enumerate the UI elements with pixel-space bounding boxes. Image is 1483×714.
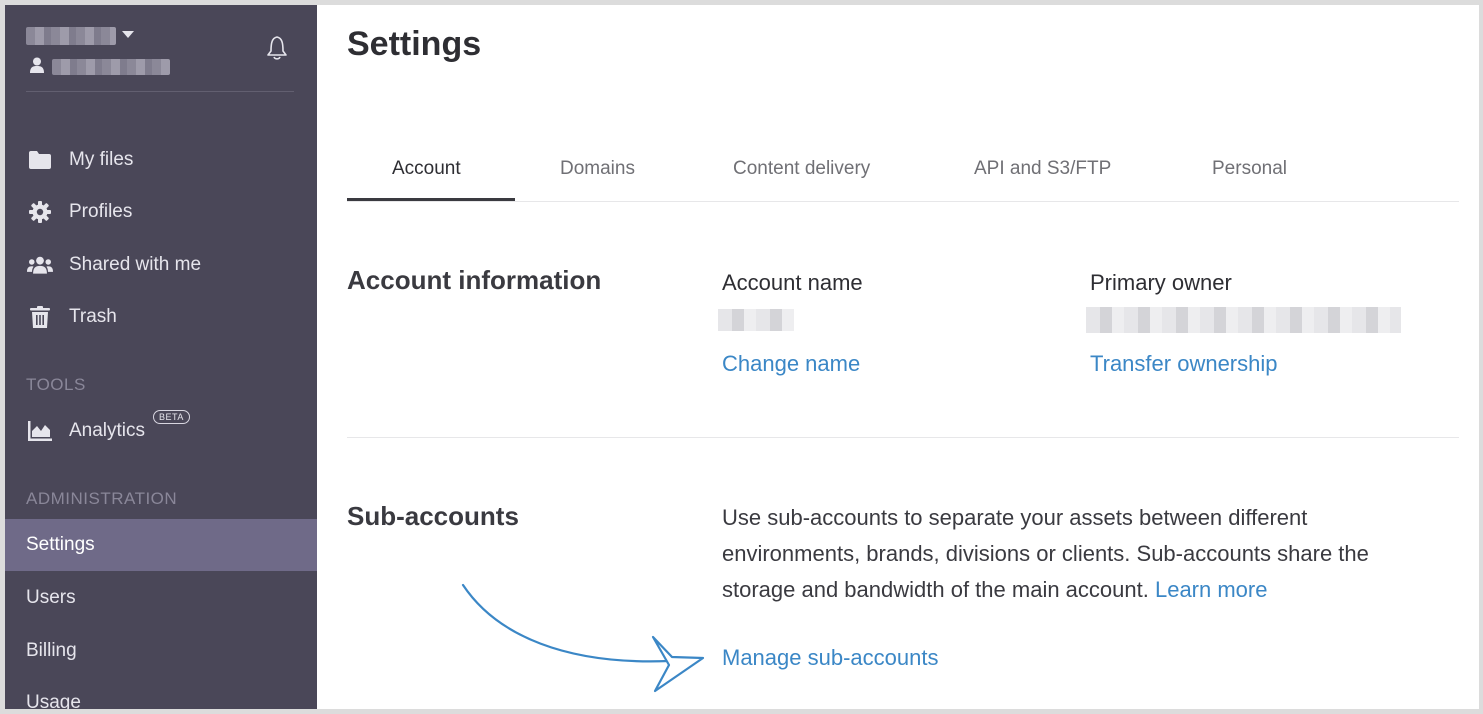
caret-down-icon[interactable] — [122, 31, 134, 38]
beta-badge: BETA — [153, 410, 190, 424]
sidebar-item-label: Settings — [26, 534, 95, 555]
learn-more-link[interactable]: Learn more — [1155, 577, 1268, 602]
account-name-redacted — [26, 27, 116, 45]
tab-domains[interactable]: Domains — [560, 158, 635, 180]
sidebar-item-label: Usage — [26, 692, 81, 709]
app-window: My files Profiles Shared with me Trash T… — [5, 5, 1479, 709]
chart-icon — [27, 419, 53, 443]
sidebar: My files Profiles Shared with me Trash T… — [5, 5, 317, 709]
sidebar-item-profiles[interactable]: Profiles — [5, 187, 317, 237]
tab-personal[interactable]: Personal — [1212, 158, 1287, 180]
manage-sub-accounts-link[interactable]: Manage sub-accounts — [722, 645, 938, 671]
sub-accounts-description: Use sub-accounts to separate your assets… — [722, 505, 1369, 602]
active-tab-indicator — [347, 198, 515, 201]
section-title-account-information: Account information — [347, 265, 602, 295]
sidebar-item-users[interactable]: Users — [5, 573, 317, 623]
sidebar-item-label: Analytics — [69, 420, 146, 441]
transfer-ownership-link[interactable]: Transfer ownership — [1090, 351, 1277, 377]
section-title-sub-accounts: Sub-accounts — [347, 501, 519, 531]
primary-owner-value-redacted — [1086, 307, 1401, 333]
sidebar-item-trash[interactable]: Trash — [5, 292, 317, 342]
page-title: Settings — [347, 25, 482, 63]
sidebar-divider — [26, 91, 294, 92]
sidebar-item-shared-with-me[interactable]: Shared with me — [5, 240, 317, 290]
primary-owner-label: Primary owner — [1090, 270, 1232, 295]
sidebar-item-label: Billing — [26, 640, 77, 661]
sidebar-item-label: My files — [69, 149, 134, 170]
sidebar-item-label: Shared with me — [69, 254, 202, 275]
annotation-arrow-icon — [461, 583, 705, 693]
sidebar-item-billing[interactable]: Billing — [5, 626, 317, 676]
tab-api-s3-ftp[interactable]: API and S3/FTP — [974, 158, 1111, 180]
account-name-label: Account name — [722, 270, 863, 295]
sidebar-item-my-files[interactable]: My files — [5, 135, 317, 185]
section-divider — [347, 437, 1459, 438]
sidebar-item-settings[interactable]: Settings — [5, 519, 317, 571]
section-label-administration: ADMINISTRATION — [26, 489, 178, 508]
user-name-redacted — [52, 59, 170, 75]
users-icon — [27, 253, 53, 277]
folder-icon — [27, 148, 53, 172]
tab-content-delivery[interactable]: Content delivery — [733, 158, 870, 180]
tab-account[interactable]: Account — [392, 158, 461, 180]
trash-icon — [27, 305, 53, 329]
bell-icon[interactable] — [261, 31, 293, 63]
change-name-link[interactable]: Change name — [722, 351, 860, 377]
user-icon — [30, 57, 44, 73]
sidebar-item-label: Users — [26, 587, 76, 608]
settings-tabs: Account Domains Content delivery API and… — [347, 145, 1459, 202]
account-name-value-redacted — [718, 309, 794, 331]
sidebar-item-label: Profiles — [69, 201, 133, 222]
section-label-tools: TOOLS — [26, 375, 86, 394]
sidebar-item-label: Trash — [69, 306, 117, 327]
sidebar-item-usage[interactable]: Usage — [5, 678, 317, 709]
gear-icon — [27, 200, 53, 224]
